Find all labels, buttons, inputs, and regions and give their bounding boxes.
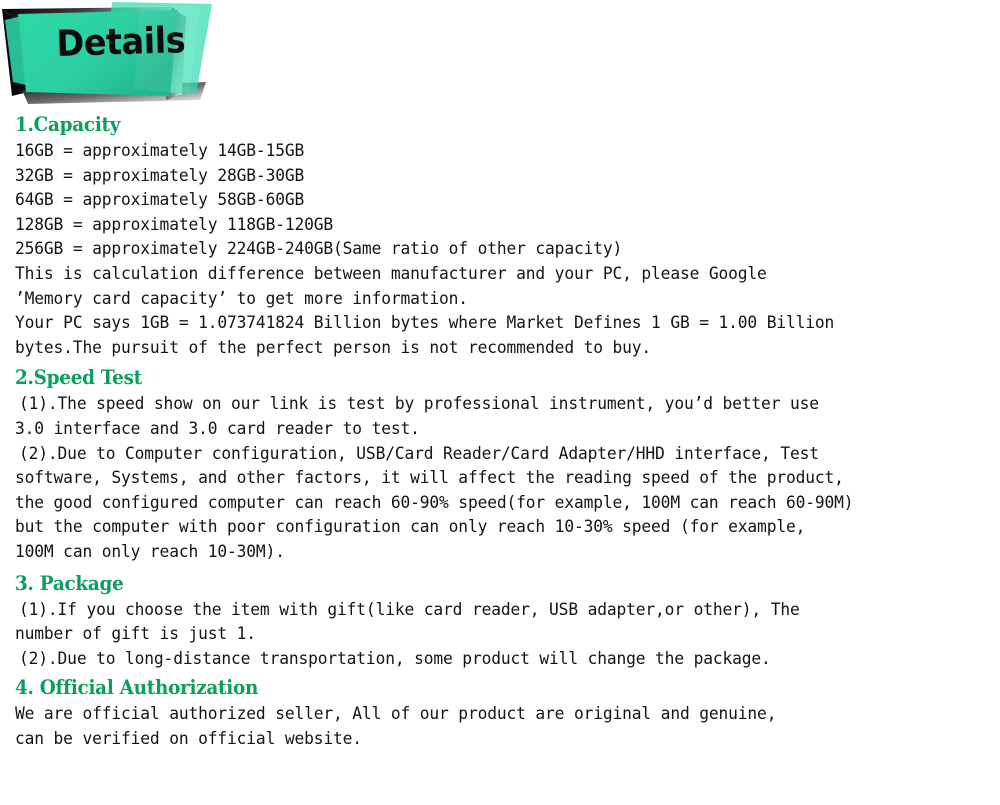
speed-test-item-1: (1).The speed show on our link is test b… (19, 394, 819, 414)
section-official-authorization: 4. Official Authorization We are officia… (0, 675, 1000, 751)
banner-title: Details (55, 20, 186, 65)
details-banner: Details (0, 0, 260, 112)
speed-test-item-2: (2).Due to Computer configuration, USB/C… (19, 443, 819, 463)
speed-test-item-1-cont: 3.0 interface and 3.0 card reader to tes… (15, 418, 420, 438)
section-heading-capacity: 1.Capacity (15, 112, 121, 136)
section-heading-package: 3. Package (15, 570, 124, 595)
section-package: 3. Package (1).If you choose the item wi… (0, 571, 1000, 672)
section-capacity: 1.Capacity 16GB = approximately 14GB-15G… (0, 112, 1000, 360)
section-speed-test: 2.Speed Test (1).The speed show on our l… (0, 365, 1000, 564)
capacity-body: 16GB = approximately 14GB-15GB 32GB = ap… (15, 141, 835, 357)
package-item-1-cont: number of gift is just 1. (15, 624, 256, 644)
details-content: 1.Capacity 16GB = approximately 14GB-15G… (0, 112, 1000, 751)
package-item-2: (2).Due to long-distance transportation,… (19, 648, 771, 668)
speed-test-item-2-cont: software, Systems, and other factors, it… (15, 468, 854, 561)
official-authorization-body: We are official authorized seller, All o… (15, 704, 777, 748)
package-item-1: (1).If you choose the item with gift(lik… (19, 599, 800, 619)
section-heading-speed-test: 2.Speed Test (15, 365, 142, 390)
section-heading-official-authorization: 4. Official Authorization (15, 675, 259, 700)
